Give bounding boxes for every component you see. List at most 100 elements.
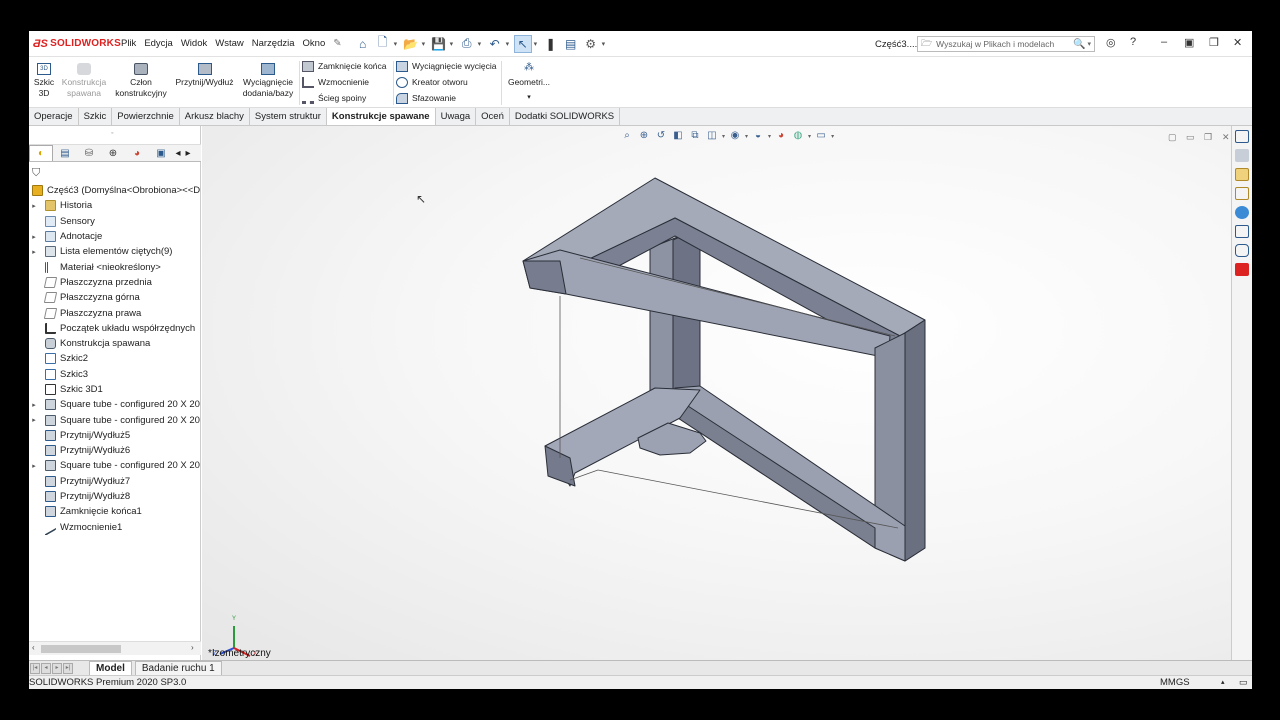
open-icon[interactable]: 📂 <box>402 35 420 53</box>
tree-node[interactable]: ▸Początek układu współrzędnych <box>29 321 201 336</box>
restore-icon[interactable]: ❐ <box>1209 36 1219 49</box>
tree-node[interactable]: ▸Szkic 3D1 <box>29 382 201 397</box>
tree-node[interactable]: ▸Szkic3 <box>29 367 201 382</box>
panel-tabs-left-arrow-icon[interactable]: ◂ <box>173 145 183 161</box>
pin-menu-icon[interactable]: ✎ <box>333 38 341 49</box>
solidworks-logo[interactable]: ƋS SOLIDWORKS <box>29 38 121 50</box>
units-up-icon[interactable]: ▴ <box>1221 676 1225 689</box>
open-dropdown-icon[interactable]: ▾ <box>422 40 428 48</box>
tree-node[interactable]: ▸Przytnij/Wydłuż6 <box>29 443 201 458</box>
solidworks-resources-icon[interactable] <box>1235 130 1249 143</box>
extruded-boss-button[interactable]: Wyciągnięcie dodania/bazy <box>238 57 298 99</box>
tree-node[interactable]: ▸ Adnotacje <box>29 229 201 244</box>
weldment-button[interactable]: Konstrukcja spawana <box>59 57 109 99</box>
tree-node[interactable]: ▸ Square tube - configured 20 X 20 <box>29 397 201 412</box>
restore-tabs-icon[interactable]: ▣ <box>1184 36 1194 49</box>
right-vertical-member-face[interactable] <box>904 319 926 562</box>
tree-node[interactable]: ▸Przytnij/Wydłuż5 <box>29 428 201 443</box>
next-tab-icon[interactable]: ▸ <box>52 662 62 674</box>
model-weldment-frame[interactable] <box>202 126 1231 660</box>
traffic-light-icon[interactable]: ❚ <box>542 35 560 53</box>
bottom-rear-member-side[interactable] <box>677 405 876 549</box>
graphics-area[interactable]: ⌕ ⊕ ↺ ◧ ⧉ ◫ ▾ ◉ ▾ ◒ ▾ ◕ ◍ ▾ ▭ ▾ ▢ ▭ ❐ ✕ ↖ <box>202 126 1231 660</box>
help-icon[interactable]: ? <box>1130 36 1136 48</box>
tree-node[interactable]: ▸Materiał <nieokreślony> <box>29 259 201 274</box>
feature-manager-tab-icon[interactable]: ◐ <box>29 145 53 161</box>
search-input[interactable]: Wyszukaj w Plikach i modelach <box>936 39 1073 49</box>
tab-motion-study[interactable]: Badanie ruchu 1 <box>134 660 222 676</box>
menu-narzedzia[interactable]: Narzędzia <box>248 38 299 49</box>
tree-node[interactable]: ▸Przytnij/Wydłuż8 <box>29 489 201 504</box>
reference-geometry-button[interactable]: ⁂ Geometri... ▾ <box>505 57 553 103</box>
options-dropdown-icon[interactable]: ▾ <box>602 40 608 48</box>
home-icon[interactable]: ⌂ <box>354 35 372 53</box>
top-cross-member-end[interactable] <box>522 260 567 295</box>
search-scope-icon[interactable]: 🗁 <box>921 36 932 52</box>
filter-icon[interactable]: ⛉ <box>32 167 40 180</box>
expand-arrow-icon[interactable]: ▸ <box>29 248 39 256</box>
tab-konstrukcje-spawane[interactable]: Konstrukcje spawane <box>326 108 436 125</box>
tree-node[interactable]: ▸Zamknięcie końca1 <box>29 504 201 519</box>
expand-arrow-icon[interactable]: ▸ <box>29 416 39 424</box>
forum-icon[interactable] <box>1235 244 1249 257</box>
property-manager-tab-icon[interactable]: ▤ <box>53 145 77 161</box>
status-help-icon[interactable]: ▭ <box>1239 676 1248 689</box>
search-icon[interactable]: 🔍 <box>1073 39 1085 50</box>
solidworks-forum-red-icon[interactable] <box>1235 263 1249 276</box>
panel-collapse-icon[interactable]: ◦ <box>111 130 113 137</box>
menu-edycja[interactable]: Edycja <box>140 38 177 49</box>
units-selector[interactable]: MMGS <box>1160 676 1190 689</box>
tree-node[interactable]: ▸Płaszczyzna przednia <box>29 275 201 290</box>
tree-node[interactable]: ▸ Lista elementów ciętych(9) <box>29 244 201 259</box>
display-manager-tab-icon[interactable]: ◕ <box>125 145 149 161</box>
menu-okno[interactable]: Okno <box>299 38 330 49</box>
more-dropdown-icon[interactable]: ▾ <box>505 92 553 103</box>
panel-tabs-right-arrow-icon[interactable]: ▸ <box>183 145 193 161</box>
tab-ocen[interactable]: Oceń <box>476 108 510 125</box>
search-box[interactable]: 🗁 Wyszukaj w Plikach i modelach 🔍 ▾ <box>917 36 1095 52</box>
sketch3d-button[interactable]: 3D Szkic 3D <box>31 57 57 99</box>
weld-bead-button[interactable]: Ścieg spoiny <box>302 90 366 106</box>
gusset-button[interactable]: Wzmocnienie <box>302 74 369 90</box>
tree-node[interactable]: ▸ Square tube - configured 20 X 20 <box>29 412 201 427</box>
tab-system-struktur[interactable]: System struktur <box>250 108 327 125</box>
new-dropdown-icon[interactable]: ▾ <box>394 40 400 48</box>
scroll-left-icon[interactable]: ‹ <box>32 643 35 652</box>
print-dropdown-icon[interactable]: ▾ <box>478 40 484 48</box>
menu-plik[interactable]: Plik <box>117 38 140 49</box>
menu-wstaw[interactable]: Wstaw <box>211 38 248 49</box>
tree-node[interactable]: ▸ Square tube - configured 20 X 20 <box>29 458 201 473</box>
select-dropdown-icon[interactable]: ▾ <box>534 40 540 48</box>
tree-node[interactable]: ▸Wzmocnienie1 <box>29 519 201 535</box>
tree-node[interactable]: ▸Sensory <box>29 214 201 229</box>
scroll-thumb[interactable] <box>41 645 121 653</box>
weldment-frame-geometry[interactable] <box>522 177 926 562</box>
tab-szkic[interactable]: Szkic <box>79 108 113 125</box>
tab-powierzchnie[interactable]: Powierzchnie <box>112 108 180 125</box>
menu-widok[interactable]: Widok <box>177 38 211 49</box>
user-account-icon[interactable]: ◎ <box>1106 36 1116 49</box>
select-pointer-icon[interactable]: ↖ <box>513 34 532 53</box>
hole-wizard-button[interactable]: Kreator otworu <box>396 74 468 90</box>
tree-node[interactable]: ▸Płaszczyzna prawa <box>29 305 201 320</box>
structural-member-button[interactable]: Człon konstrukcyjny <box>111 57 171 99</box>
appearances-icon[interactable] <box>1235 206 1249 219</box>
cam-tab-icon[interactable]: ▣ <box>149 145 173 161</box>
tree-horizontal-scrollbar[interactable]: ‹ › <box>29 641 201 655</box>
tree-node[interactable]: ▸ Historia <box>29 198 201 213</box>
tab-operacje[interactable]: Operacje <box>29 108 79 125</box>
tree-node[interactable]: ▸Konstrukcja spawana <box>29 336 201 351</box>
extruded-cut-button[interactable]: Wyciągnięcie wycięcia <box>396 58 496 74</box>
options-gear-icon[interactable]: ⚙ <box>582 35 600 53</box>
trim-extend-button[interactable]: Przytnij/Wydłuż <box>172 57 237 88</box>
save-icon[interactable]: 💾 <box>430 35 448 53</box>
search-dropdown-icon[interactable]: ▾ <box>1087 40 1091 48</box>
end-cap-button[interactable]: Zamknięcie końca <box>302 58 387 74</box>
tree-node[interactable]: ▸Przytnij/Wydłuż7 <box>29 474 201 489</box>
tab-uwaga[interactable]: Uwaga <box>436 108 477 125</box>
custom-properties-icon[interactable] <box>1235 225 1249 238</box>
tab-dodatki[interactable]: Dodatki SOLIDWORKS <box>510 108 621 125</box>
print-icon[interactable]: ⎙ <box>458 35 476 53</box>
expand-arrow-icon[interactable]: ▸ <box>29 202 39 210</box>
prev-tab-icon[interactable]: ◂ <box>41 662 51 674</box>
